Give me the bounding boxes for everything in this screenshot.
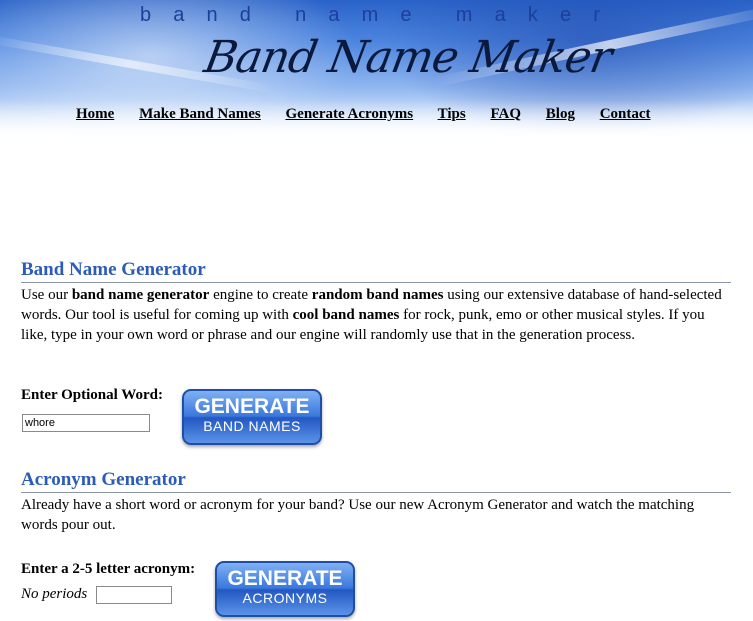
intro-keyword: band name generator: [71, 287, 210, 303]
tagline-letter: a: [328, 4, 340, 26]
nav-contact[interactable]: Contact: [600, 106, 651, 122]
optional-word-label: Enter Optional Word:: [21, 387, 163, 403]
site-logo[interactable]: Band Name Maker: [201, 32, 616, 83]
acronym-input-label: Enter a 2-5 letter acronym:: [21, 561, 196, 577]
button-label-main: GENERATE: [227, 567, 343, 590]
intro-keyword: random band names: [311, 287, 444, 303]
generate-acronyms-button[interactable]: GENERATE ACRONYMS: [215, 561, 355, 617]
intro-keyword: cool band names: [292, 307, 400, 323]
band-name-section: Band Name Generator Use our band name ge…: [21, 258, 731, 345]
nav-faq[interactable]: FAQ: [490, 106, 521, 122]
button-label-main: GENERATE: [194, 395, 310, 418]
acronym-hint: No periods: [21, 586, 88, 602]
tagline-letter: b: [140, 4, 152, 26]
main-nav: Home Make Band Names Generate Acronyms T…: [76, 106, 672, 123]
acronym-section: Acronym Generator Already have a short w…: [21, 468, 731, 535]
intro-text: engine to create: [209, 287, 312, 303]
generate-band-names-button[interactable]: GENERATE BAND NAMES: [182, 389, 322, 445]
nav-generate-acronyms[interactable]: Generate Acronyms: [286, 106, 414, 122]
optional-word-input[interactable]: [22, 414, 150, 432]
nav-blog[interactable]: Blog: [546, 106, 575, 122]
tagline-letter: m: [361, 4, 379, 26]
band-name-intro: Use our band name generator engine to cr…: [21, 285, 731, 345]
band-name-heading: Band Name Generator: [21, 258, 731, 283]
tagline-letter: e: [559, 4, 572, 26]
tagline-letter: a: [173, 4, 185, 26]
tagline-letter: m: [455, 4, 473, 26]
nav-tips[interactable]: Tips: [438, 106, 466, 122]
tagline-letter: e: [400, 4, 412, 26]
acronym-input[interactable]: [96, 586, 172, 604]
nav-make-band-names[interactable]: Make Band Names: [139, 106, 261, 122]
acronym-heading: Acronym Generator: [21, 468, 731, 493]
tagline-letter: a: [494, 4, 506, 26]
tagline-letter: n: [206, 4, 218, 26]
tagline-letter: d: [239, 4, 251, 26]
site-tagline: b a n d n a m e m a k e r: [140, 4, 600, 27]
tagline-letter: k: [527, 4, 538, 26]
tagline-letter: n: [295, 4, 307, 26]
intro-text: Use our: [21, 287, 72, 303]
nav-home[interactable]: Home: [76, 106, 114, 122]
acronym-intro: Already have a short word or acronym for…: [21, 497, 695, 533]
tagline-letter: r: [593, 4, 600, 26]
button-label-sub: BAND NAMES: [203, 418, 301, 434]
button-label-sub: ACRONYMS: [242, 590, 328, 606]
